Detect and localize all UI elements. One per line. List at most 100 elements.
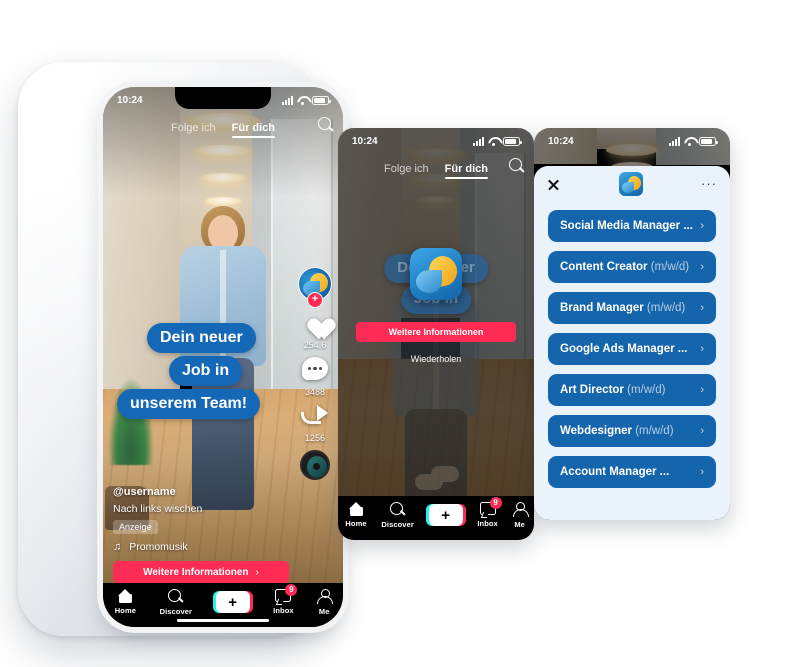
- tab-inbox-label: Inbox: [477, 519, 498, 528]
- tab-inbox[interactable]: 9 Inbox: [477, 497, 502, 528]
- status-time: 10:24: [352, 135, 378, 147]
- ad-badge: Anzeige: [113, 520, 158, 534]
- list-item[interactable]: Webdesigner (m/w/d) ›: [548, 415, 716, 447]
- list-item[interactable]: Account Manager ... ›: [548, 456, 716, 488]
- tab-discover-label: Discover: [381, 519, 414, 529]
- list-item[interactable]: Content Creator (m/w/d) ›: [548, 251, 716, 283]
- create-plus-icon: +: [425, 504, 466, 526]
- phone1-screen: 10:24 Folge ich Für dich Dein neuer Job …: [103, 87, 343, 627]
- comment-count: 3488: [304, 387, 326, 397]
- search-icon[interactable]: [318, 117, 333, 132]
- chevron-right-icon: ›: [700, 466, 704, 478]
- home-icon: [117, 589, 133, 603]
- tab-me[interactable]: Me: [512, 501, 529, 529]
- signal-icon: [473, 136, 484, 146]
- bubble-line-2: Job in: [169, 356, 243, 386]
- tab-me[interactable]: Me: [317, 588, 334, 616]
- video-description: Nach links wischen: [113, 503, 203, 515]
- list-item[interactable]: Google Ads Manager ... ›: [548, 333, 716, 365]
- heart-icon[interactable]: [302, 308, 329, 333]
- tab-home[interactable]: Home: [115, 589, 136, 615]
- phone-mockup-primary: 10:24 Folge ich Für dich Dein neuer Job …: [18, 62, 343, 650]
- create-plus-icon: +: [212, 591, 253, 613]
- job-title: Brand Manager: [560, 302, 647, 314]
- tab-inbox[interactable]: 9 Inbox: [273, 584, 298, 615]
- follow-plus-icon[interactable]: +: [307, 292, 323, 308]
- job-suffix: (m/w/d): [646, 302, 686, 314]
- tab-create[interactable]: +: [425, 504, 466, 526]
- job-suffix: (m/w/d): [627, 384, 666, 396]
- phone3-screen: 10:24 ··· Social Media Manager ... › Con…: [534, 128, 730, 520]
- music-note-icon: ♫: [113, 541, 122, 553]
- phone-mockup-tertiary: 10:24 ··· Social Media Manager ... › Con…: [534, 128, 730, 520]
- wifi-icon: [684, 137, 695, 146]
- list-item[interactable]: Social Media Manager ... ›: [548, 210, 716, 242]
- job-suffix: (m/w/d): [650, 261, 690, 273]
- bottom-tab-bar: Home Discover + 9 Inbox Me: [338, 496, 534, 540]
- battery-icon: [699, 136, 718, 146]
- cta-button[interactable]: Weitere Informationen ›: [113, 561, 289, 583]
- tab-inbox-label: Inbox: [273, 606, 294, 615]
- chevron-right-icon: ›: [255, 566, 259, 578]
- phone-mockup-secondary: 10:24 Folge ich Für dich Dein neuer Job …: [338, 128, 534, 540]
- tab-folge-ich[interactable]: Folge ich: [171, 122, 216, 134]
- status-bar: 10:24: [534, 128, 730, 154]
- person-icon: [317, 588, 334, 604]
- promo-speech-bubbles: Dein neuer Job in unserem Team!: [117, 323, 261, 419]
- music-row: ♫ Promomusik: [113, 541, 287, 553]
- search-icon: [390, 501, 405, 517]
- tab-me-label: Me: [318, 606, 330, 616]
- job-title: Webdesigner: [560, 425, 636, 437]
- status-time: 10:24: [117, 94, 143, 106]
- tab-fuer-dich[interactable]: Für dich: [231, 122, 276, 138]
- job-suffix: (m/w/d): [635, 425, 674, 437]
- list-item[interactable]: Art Director (m/w/d) ›: [548, 374, 716, 406]
- status-bar: 10:24: [338, 128, 534, 154]
- inbox-icon: 9: [479, 497, 502, 516]
- tab-create[interactable]: +: [212, 591, 253, 613]
- music-title: Promomusik: [129, 541, 188, 553]
- tab-folge-ich[interactable]: Folge ich: [384, 163, 429, 175]
- replay-label[interactable]: Wiederholen: [338, 354, 534, 364]
- comment-icon[interactable]: [302, 357, 328, 380]
- brand-app-icon: [618, 172, 643, 196]
- feed-tab-header: Folge ich Für dich: [338, 156, 534, 182]
- tab-fuer-dich[interactable]: Für dich: [444, 163, 489, 179]
- tab-home[interactable]: Home: [345, 502, 367, 528]
- chevron-right-icon: ›: [700, 343, 704, 355]
- bubble-line-3: unserem Team!: [117, 389, 261, 419]
- wifi-icon: [488, 137, 499, 146]
- like-count: 254.6: [303, 340, 327, 350]
- phone-notch: [175, 87, 271, 109]
- battery-icon: [312, 95, 331, 105]
- close-icon[interactable]: [547, 178, 560, 191]
- tab-home-label: Home: [345, 519, 367, 528]
- chevron-right-icon: ›: [700, 384, 704, 396]
- share-icon[interactable]: [301, 404, 329, 426]
- more-options-icon[interactable]: ···: [701, 177, 717, 190]
- video-meta: @username Nach links wischen Anzeige ♫ P…: [113, 486, 287, 553]
- search-icon[interactable]: [509, 158, 524, 173]
- cta-label: Weitere Informationen: [388, 327, 484, 337]
- list-item[interactable]: Brand Manager (m/w/d) ›: [548, 292, 716, 324]
- chevron-right-icon: ›: [700, 220, 704, 232]
- music-disc-icon[interactable]: [300, 450, 330, 480]
- chevron-right-icon: ›: [700, 261, 704, 273]
- username-label[interactable]: @username: [113, 486, 287, 498]
- tab-discover[interactable]: Discover: [159, 588, 193, 616]
- cta-button[interactable]: Weitere Informationen: [356, 322, 516, 342]
- avatar[interactable]: +: [298, 267, 332, 308]
- home-indicator: [177, 618, 269, 622]
- share-count: 1256: [304, 433, 326, 443]
- tab-discover[interactable]: Discover: [381, 501, 414, 529]
- tab-discover-label: Discover: [159, 606, 193, 616]
- action-rail: + 254.6 3488 1256: [291, 267, 339, 480]
- job-title: Social Media Manager ...: [560, 220, 693, 232]
- search-icon: [168, 588, 183, 604]
- screenshot-stage: 10:24 Folge ich Für dich Dein neuer Job …: [0, 0, 796, 667]
- job-title: Google Ads Manager ...: [560, 343, 688, 355]
- inbox-icon: 9: [275, 584, 298, 603]
- chevron-right-icon: ›: [700, 425, 704, 437]
- inbox-badge: 9: [285, 584, 298, 596]
- signal-icon: [669, 136, 680, 146]
